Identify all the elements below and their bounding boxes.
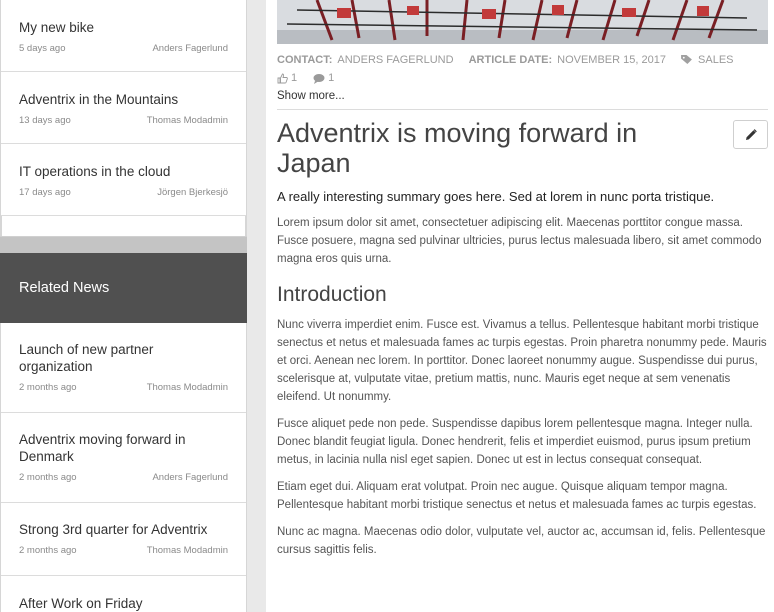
list-item[interactable]: IT operations in the cloud 17 days ago J… <box>1 144 246 216</box>
edit-button[interactable] <box>733 120 768 149</box>
news-title: Strong 3rd quarter for Adventrix <box>19 522 208 537</box>
article-meta: CONTACT: ANDERS FAGERLUND ARTICLE DATE: NO… <box>277 54 734 66</box>
sidebar: My new bike 5 days ago Anders Fagerlund … <box>0 0 247 612</box>
list-item[interactable]: Adventrix moving forward in Denmark 2 mo… <box>1 413 246 503</box>
news-title: After Work on Friday <box>19 596 143 611</box>
article-title: Adventrix is moving forward in Japan <box>277 118 638 178</box>
news-author: Thomas Modadmin <box>146 115 228 126</box>
tag-label[interactable]: SALES <box>698 54 733 66</box>
list-item[interactable]: Strong 3rd quarter for Adventrix 2 month… <box>1 503 246 576</box>
engagement-counts: 1 1 <box>277 72 350 84</box>
news-meta: 2 months ago Thomas Modadmin <box>19 382 228 393</box>
article-paragraph: Etiam eget dui. Aliquam erat volutpat. P… <box>277 481 757 511</box>
news-author: Thomas Modadmin <box>146 545 228 556</box>
news-title: My new bike <box>19 20 95 35</box>
article-paragraph: Lorem ipsum dolor sit amet, consectetuer… <box>277 217 762 265</box>
news-title: Adventrix in the Mountains <box>19 92 179 107</box>
list-item[interactable]: My new bike 5 days ago Anders Fagerlund <box>1 0 246 72</box>
article-date: NOVEMBER 15, 2017 <box>557 54 666 66</box>
news-meta: 2 months ago Thomas Modadmin <box>19 545 228 556</box>
list-item[interactable]: Adventrix in the Mountains 13 days ago T… <box>1 72 246 144</box>
article-body: Adventrix is moving forward in Japan A r… <box>277 118 768 559</box>
news-age: 2 months ago <box>19 382 77 393</box>
article-paragraph: Nunc ac magna. Maecenas odio dolor, vulp… <box>277 526 766 556</box>
comment-count: 1 <box>328 72 335 84</box>
news-title: IT operations in the cloud <box>19 164 171 179</box>
news-author: Thomas Modadmin <box>146 382 228 393</box>
news-age: 13 days ago <box>19 115 71 126</box>
thumbs-up-icon <box>277 73 288 83</box>
news-list: My new bike 5 days ago Anders Fagerlund … <box>0 0 247 236</box>
news-meta: 17 days ago Jörgen Bjerkesjö <box>19 187 228 198</box>
related-news-list: Launch of new partner organization 2 mon… <box>0 323 247 612</box>
pencil-icon <box>745 128 757 140</box>
comment-icon <box>313 73 325 84</box>
news-age: 2 months ago <box>19 545 77 556</box>
bicycles-image <box>277 0 768 44</box>
article-paragraph: Fusce aliquet pede non pede. Suspendisse… <box>277 418 753 466</box>
list-item[interactable]: Launch of new partner organization 2 mon… <box>1 323 246 413</box>
tag-icon <box>681 55 692 64</box>
article-panel: CONTACT: ANDERS FAGERLUND ARTICLE DATE: NO… <box>266 0 774 612</box>
contact-name[interactable]: ANDERS FAGERLUND <box>337 54 453 66</box>
news-meta: 2 months ago Anders Fagerlund <box>19 472 228 483</box>
hero-image <box>277 0 768 44</box>
news-age: 2 months ago <box>19 472 77 483</box>
news-title: Adventrix moving forward in Denmark <box>19 432 186 464</box>
like-button[interactable]: 1 <box>277 72 305 84</box>
article-summary: A really interesting summary goes here. … <box>277 189 715 204</box>
comment-button[interactable]: 1 <box>313 72 342 84</box>
news-author: Jörgen Bjerkesjö <box>157 187 228 198</box>
show-more-link[interactable]: Show more... <box>277 90 345 102</box>
section-divider <box>0 236 247 253</box>
news-author: Anders Fagerlund <box>152 43 228 54</box>
news-title: Launch of new partner organization <box>19 342 154 374</box>
news-age: 17 days ago <box>19 187 71 198</box>
news-meta: 5 days ago Anders Fagerlund <box>19 43 228 54</box>
contact-label: CONTACT: <box>277 54 333 66</box>
section-heading: Introduction <box>277 283 387 306</box>
like-count: 1 <box>291 72 298 84</box>
list-spacer <box>1 216 246 236</box>
article-paragraph: Nunc viverra imperdiet enim. Fusce est. … <box>277 319 767 403</box>
list-item[interactable]: After Work on Friday <box>1 576 246 612</box>
date-label: ARTICLE DATE: <box>468 54 553 66</box>
news-age: 5 days ago <box>19 43 66 54</box>
divider <box>277 109 768 110</box>
related-news-heading: Related News <box>0 253 247 323</box>
news-meta: 13 days ago Thomas Modadmin <box>19 115 228 126</box>
news-author: Anders Fagerlund <box>152 472 228 483</box>
